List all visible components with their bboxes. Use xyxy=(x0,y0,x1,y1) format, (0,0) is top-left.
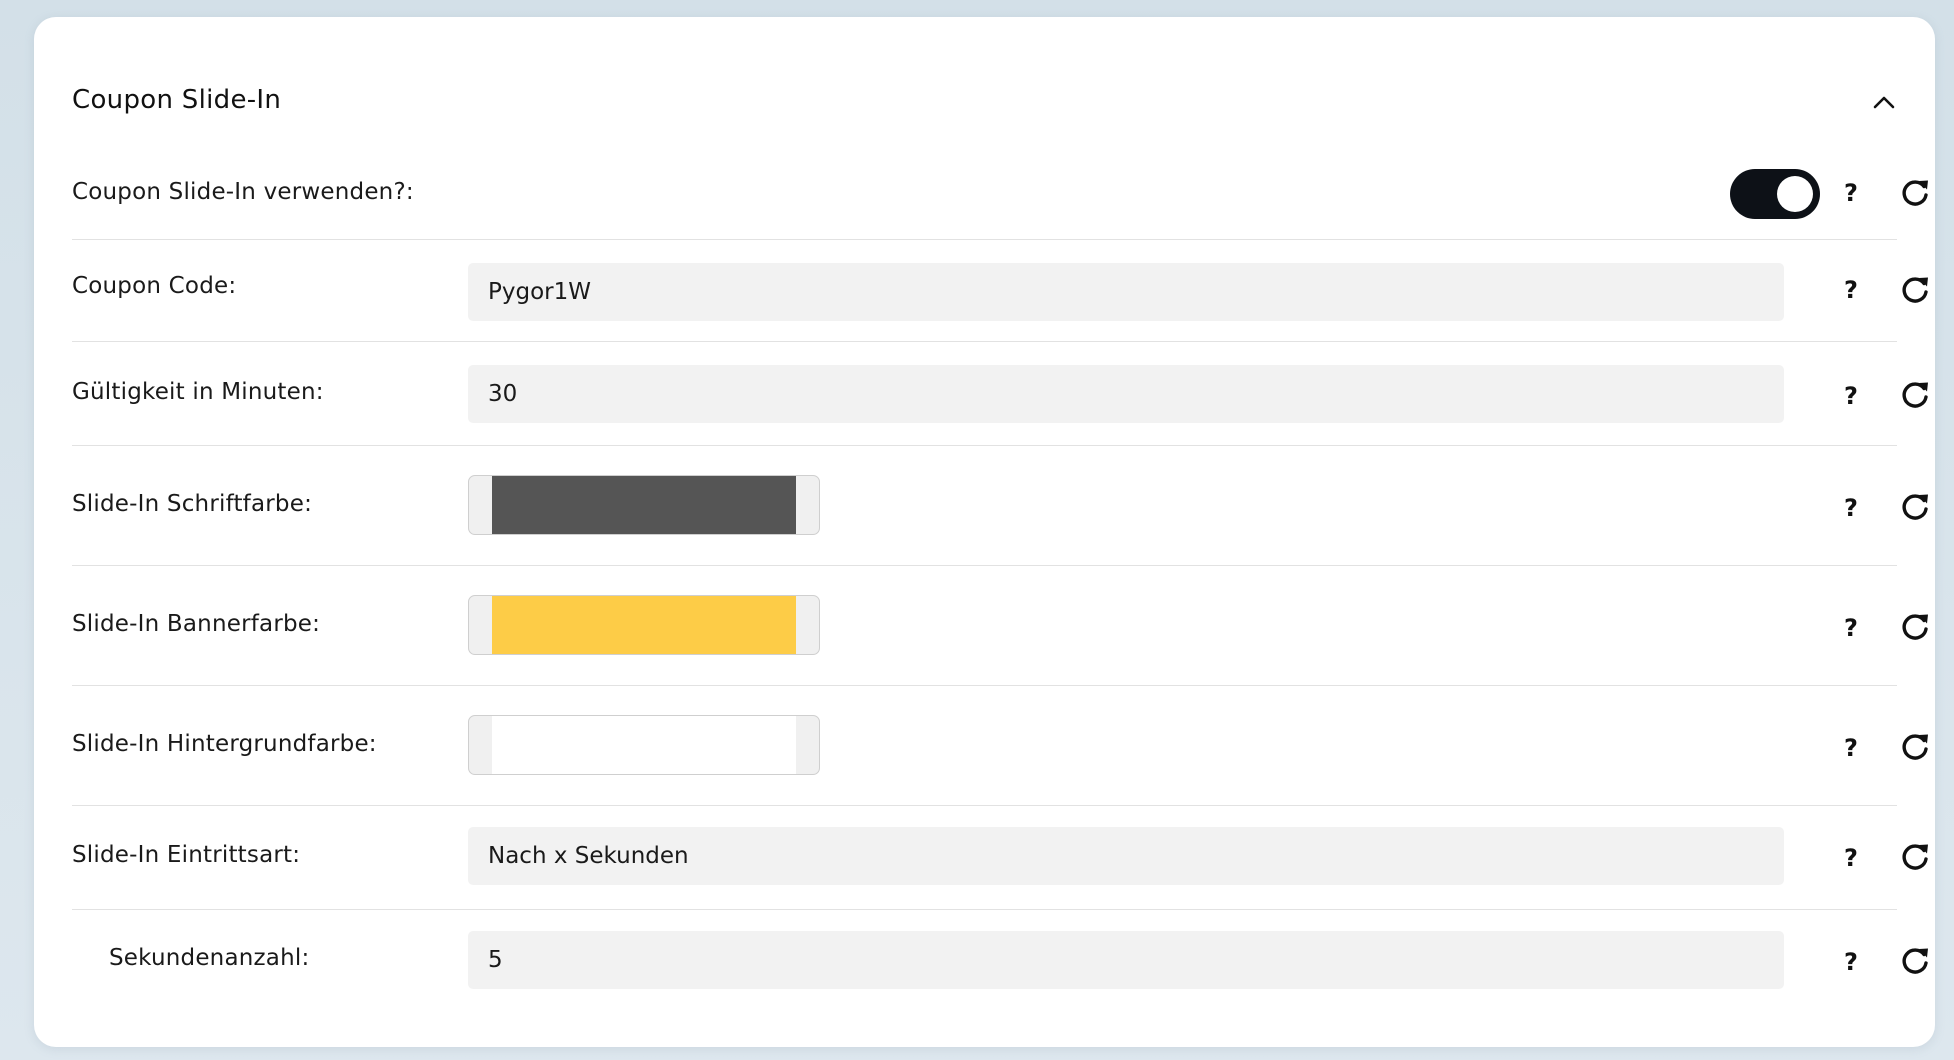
seconds-input[interactable] xyxy=(468,931,1784,989)
font-color-label: Slide-In Schriftfarbe: xyxy=(72,491,313,517)
reset-button[interactable] xyxy=(1899,491,1931,523)
coupon-code-label: Coupon Code: xyxy=(72,273,237,299)
help-button[interactable]: ? xyxy=(1838,947,1864,977)
seconds-label: Sekundenanzahl: xyxy=(109,945,310,971)
reset-button[interactable] xyxy=(1899,177,1931,209)
row-entry-type: Slide-In Eintrittsart: Nach x Sekunden ? xyxy=(72,805,1928,910)
reset-icon xyxy=(1902,494,1928,520)
enable-label: Coupon Slide-In verwenden?: xyxy=(72,179,414,205)
row-validity: Gültigkeit in Minuten: ? xyxy=(72,341,1928,446)
coupon-code-input[interactable] xyxy=(468,263,1784,321)
banner-color-picker[interactable] xyxy=(468,595,820,655)
help-button[interactable]: ? xyxy=(1838,613,1864,643)
background-color-picker[interactable] xyxy=(468,715,820,775)
coupon-slide-in-panel: Coupon Slide-In Coupon Slide-In verwende… xyxy=(34,17,1935,1047)
validity-minutes-input[interactable] xyxy=(468,365,1784,423)
background-color-fill xyxy=(492,716,796,774)
entry-type-select[interactable]: Nach x Sekunden xyxy=(468,827,1784,885)
reset-button[interactable] xyxy=(1899,841,1931,873)
reset-button[interactable] xyxy=(1899,611,1931,643)
help-button[interactable]: ? xyxy=(1838,493,1864,523)
background-color-label: Slide-In Hintergrundfarbe: xyxy=(72,731,377,757)
banner-color-fill xyxy=(492,596,796,654)
row-enable: Coupon Slide-In verwenden?: ? xyxy=(72,149,1928,240)
reset-button[interactable] xyxy=(1899,945,1931,977)
help-button[interactable]: ? xyxy=(1838,178,1864,208)
banner-color-label: Slide-In Bannerfarbe: xyxy=(72,611,321,637)
reset-icon xyxy=(1902,382,1928,408)
reset-icon xyxy=(1902,844,1928,870)
reset-button[interactable] xyxy=(1899,379,1931,411)
row-background-color: Slide-In Hintergrundfarbe: ? xyxy=(72,685,1928,806)
enable-toggle[interactable] xyxy=(1730,169,1820,219)
reset-icon xyxy=(1902,180,1928,206)
row-font-color: Slide-In Schriftfarbe: ? xyxy=(72,445,1928,566)
reset-icon xyxy=(1902,277,1928,303)
panel-header[interactable]: Coupon Slide-In xyxy=(72,67,1899,139)
row-seconds: Sekundenanzahl: ? xyxy=(72,909,1928,1013)
panel-title: Coupon Slide-In xyxy=(72,85,282,115)
reset-button[interactable] xyxy=(1899,274,1931,306)
chevron-up-icon xyxy=(1873,96,1895,109)
reset-button[interactable] xyxy=(1899,731,1931,763)
reset-icon xyxy=(1902,734,1928,760)
collapse-button[interactable] xyxy=(1869,87,1899,117)
help-button[interactable]: ? xyxy=(1838,733,1864,763)
reset-icon xyxy=(1902,948,1928,974)
validity-label: Gültigkeit in Minuten: xyxy=(72,379,324,405)
row-banner-color: Slide-In Bannerfarbe: ? xyxy=(72,565,1928,686)
help-button[interactable]: ? xyxy=(1838,381,1864,411)
help-button[interactable]: ? xyxy=(1838,843,1864,873)
entry-type-label: Slide-In Eintrittsart: xyxy=(72,842,301,868)
reset-icon xyxy=(1902,614,1928,640)
font-color-picker[interactable] xyxy=(468,475,820,535)
row-coupon-code: Coupon Code: ? xyxy=(72,239,1928,342)
toggle-knob xyxy=(1777,176,1813,212)
help-button[interactable]: ? xyxy=(1838,275,1864,305)
font-color-fill xyxy=(492,476,796,534)
